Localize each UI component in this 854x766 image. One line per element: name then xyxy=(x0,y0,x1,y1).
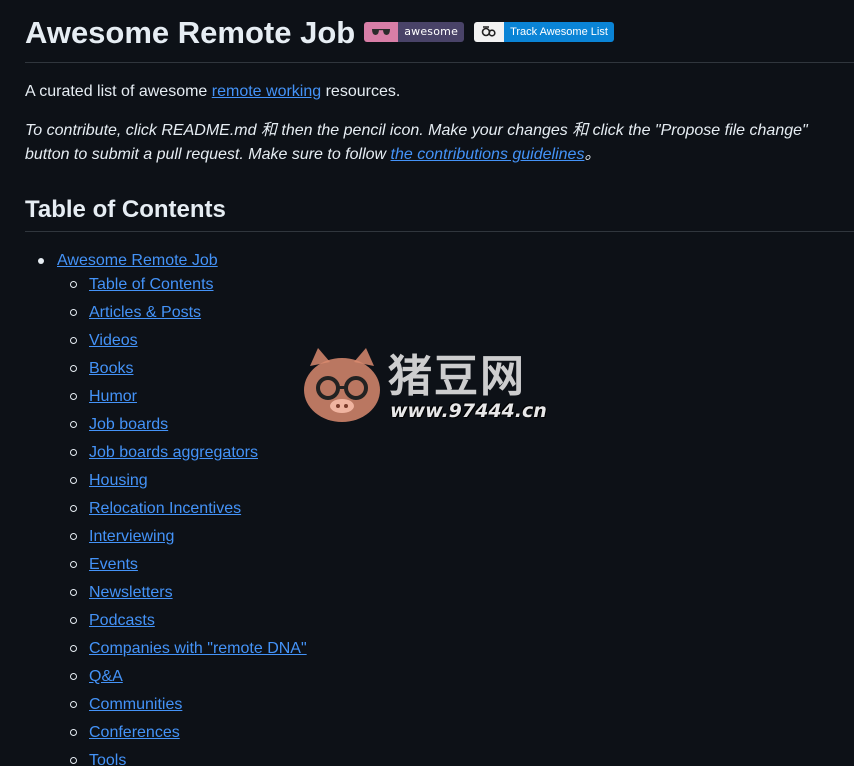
toc-link-qa[interactable]: Q&A xyxy=(89,668,123,685)
toc-link-conferences[interactable]: Conferences xyxy=(89,724,180,741)
list-item: Podcasts xyxy=(57,609,854,637)
awesome-badge-label: awesome xyxy=(398,22,465,42)
toc-link-relocation-incentives[interactable]: Relocation Incentives xyxy=(89,500,241,517)
toc-root-item: Awesome Remote Job Table of Contents Art… xyxy=(25,249,854,766)
intro-text-end: resources. xyxy=(321,83,401,100)
list-item: Events xyxy=(57,553,854,581)
toc-link-articles-posts[interactable]: Articles & Posts xyxy=(89,304,201,321)
list-item: Conferences xyxy=(57,721,854,749)
list-item: Communities xyxy=(57,693,854,721)
readme-page: Awesome Remote Job awesome Track Awesome… xyxy=(0,0,854,766)
list-item: Companies with "remote DNA" xyxy=(57,637,854,665)
toc-link-housing[interactable]: Housing xyxy=(89,472,148,489)
toc-link-videos[interactable]: Videos xyxy=(89,332,138,349)
page-title: Awesome Remote Job xyxy=(25,14,356,50)
list-item: Q&A xyxy=(57,665,854,693)
toc-link-interviewing[interactable]: Interviewing xyxy=(89,528,174,545)
toc-link-job-boards[interactable]: Job boards xyxy=(89,416,168,433)
toc-link-communities[interactable]: Communities xyxy=(89,696,182,713)
toc-link-books[interactable]: Books xyxy=(89,360,133,377)
contributions-guidelines-link[interactable]: the contributions guidelines xyxy=(391,146,585,163)
list-item: Tools xyxy=(57,749,854,766)
track-logo-icon xyxy=(474,22,505,42)
toc-sublist: Table of Contents Articles & Posts Video… xyxy=(57,273,854,766)
toc-link-table-of-contents[interactable]: Table of Contents xyxy=(89,276,214,293)
toc-root-link[interactable]: Awesome Remote Job xyxy=(57,252,218,269)
intro-text: A curated list of awesome xyxy=(25,83,212,100)
list-item: Job boards xyxy=(57,413,854,441)
toc-link-tools[interactable]: Tools xyxy=(89,752,126,766)
list-item: Relocation Incentives xyxy=(57,497,854,525)
toc-link-job-boards-aggregators[interactable]: Job boards aggregators xyxy=(89,444,258,461)
awesome-badge[interactable]: awesome xyxy=(364,22,465,42)
list-item: Newsletters xyxy=(57,581,854,609)
list-item: Housing xyxy=(57,469,854,497)
toc-link-humor[interactable]: Humor xyxy=(89,388,137,405)
toc-link-newsletters[interactable]: Newsletters xyxy=(89,584,173,601)
title-row: Awesome Remote Job awesome Track Awesome… xyxy=(25,0,854,63)
sunglasses-icon xyxy=(364,22,399,42)
list-item: Humor xyxy=(57,385,854,413)
contribute-text-end: 。 xyxy=(584,146,601,163)
list-item: Videos xyxy=(57,329,854,357)
list-item: Job boards aggregators xyxy=(57,441,854,469)
list-item: Articles & Posts xyxy=(57,301,854,329)
list-item: Books xyxy=(57,357,854,385)
remote-working-link[interactable]: remote working xyxy=(212,83,321,100)
track-badge-label: Track Awesome List xyxy=(504,22,614,42)
toc-link-events[interactable]: Events xyxy=(89,556,138,573)
intro-paragraph: A curated list of awesome remote working… xyxy=(25,80,854,104)
track-awesome-list-badge[interactable]: Track Awesome List xyxy=(474,22,614,42)
table-of-contents: Awesome Remote Job Table of Contents Art… xyxy=(25,249,854,766)
toc-heading: Table of Contents xyxy=(25,195,854,232)
toc-link-companies-remote-dna[interactable]: Companies with "remote DNA" xyxy=(89,640,307,657)
contribute-note: To contribute, click README.md 和 then th… xyxy=(25,119,850,167)
list-item: Table of Contents xyxy=(57,273,854,301)
toc-link-podcasts[interactable]: Podcasts xyxy=(89,612,155,629)
list-item: Interviewing xyxy=(57,525,854,553)
